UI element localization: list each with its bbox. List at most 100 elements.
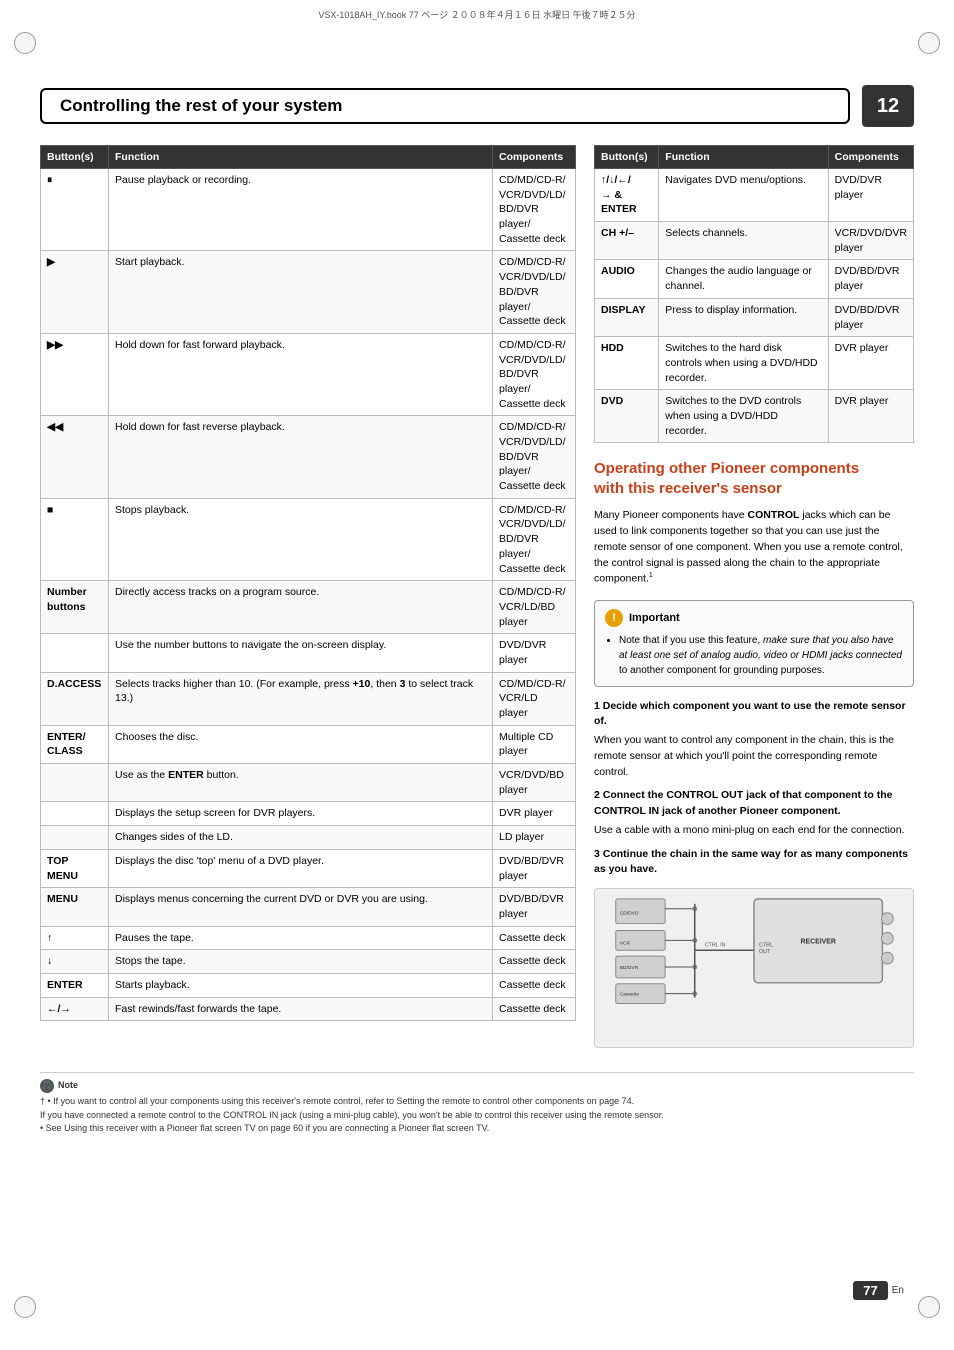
right-row-button: HDD [595, 337, 659, 390]
left-row-button [41, 764, 109, 802]
left-col-function: Function [109, 146, 493, 169]
left-row-button: ◀◀ [41, 416, 109, 498]
main-content: Button(s) Function Components ⏸Pause pla… [40, 145, 914, 1058]
page-number: 77 [853, 1281, 887, 1300]
step-header: 1 Decide which component you want to use… [594, 699, 914, 731]
note-header: 🎵 Note [40, 1079, 914, 1093]
svg-text:CTRL IN: CTRL IN [705, 942, 726, 948]
corner-br [918, 1296, 940, 1318]
page-title: Controlling the rest of your system [40, 88, 850, 124]
svg-text:CTRL: CTRL [759, 942, 773, 948]
steps-section: 1 Decide which component you want to use… [594, 699, 914, 879]
left-row-components: CD/MD/CD-R/ VCR/LD player [493, 672, 576, 725]
left-table-row: Changes sides of the LD.LD player [41, 826, 576, 850]
right-table-row: DISPLAYPress to display information.DVD/… [595, 298, 914, 336]
right-table-row: DVDSwitches to the DVD controls when usi… [595, 390, 914, 443]
left-row-function: Hold down for fast reverse playback. [109, 416, 493, 498]
page-container: VSX-1018AH_IY.book 77 ページ ２００８年４月１６日 水曜日… [0, 0, 954, 1350]
left-row-components: Cassette deck [493, 926, 576, 950]
left-table-row: ◀◀Hold down for fast reverse playback.CD… [41, 416, 576, 498]
svg-text:CD/DVD: CD/DVD [620, 911, 639, 917]
svg-text:BD/DVR: BD/DVR [620, 965, 639, 971]
left-row-function: Pause playback or recording. [109, 169, 493, 251]
right-table-row: AUDIOChanges the audio language or chann… [595, 260, 914, 298]
left-table-row: ■Stops playback.CD/MD/CD-R/ VCR/DVD/LD/ … [41, 498, 576, 580]
left-row-button: ■ [41, 498, 109, 580]
left-row-button [41, 802, 109, 826]
left-row-components: Cassette deck [493, 997, 576, 1021]
left-row-function: Stops the tape. [109, 950, 493, 974]
right-table-row: CH +/–Selects channels.VCR/DVD/DVR playe… [595, 222, 914, 260]
right-row-button: DISPLAY [595, 298, 659, 336]
file-info: VSX-1018AH_IY.book 77 ページ ２００８年４月１６日 水曜日… [0, 0, 954, 25]
right-row-function: Press to display information. [659, 298, 828, 336]
left-table-row: Use the number buttons to navigate the o… [41, 634, 576, 672]
right-row-function: Switches to the DVD controls when using … [659, 390, 828, 443]
warning-icon: ! [605, 609, 623, 627]
left-row-components: CD/MD/CD-R/ VCR/DVD/LD/ BD/DVR player/ C… [493, 169, 576, 251]
right-row-function: Changes the audio language or channel. [659, 260, 828, 298]
left-row-button: ⏸ [41, 169, 109, 251]
left-row-button: D.ACCESS [41, 672, 109, 725]
left-table-row: ENTER/ CLASSChooses the disc.Multiple CD… [41, 725, 576, 763]
left-row-components: DVD/BD/DVR player [493, 849, 576, 887]
left-table-row: ⏸Pause playback or recording.CD/MD/CD-R/… [41, 169, 576, 251]
left-table-row: ←/→Fast rewinds/fast forwards the tape.C… [41, 997, 576, 1021]
left-row-button [41, 826, 109, 850]
operating-title: Operating other Pioneer componentswith t… [594, 459, 914, 498]
important-text-prefix: Note that if you use this feature, [619, 635, 763, 646]
right-col-components: Components [828, 146, 913, 169]
left-row-components: Cassette deck [493, 950, 576, 974]
left-col-button: Button(s) [41, 146, 109, 169]
left-table-container: Button(s) Function Components ⏸Pause pla… [40, 145, 576, 1058]
left-row-function: Selects tracks higher than 10. (For exam… [109, 672, 493, 725]
left-row-button [41, 634, 109, 672]
right-table-row: ↑/↓/←/ → & ENTERNavigates DVD menu/optio… [595, 169, 914, 222]
left-row-components: CD/MD/CD-R/ VCR/LD/BD player [493, 581, 576, 634]
important-box: ! Important Note that if you use this fe… [594, 600, 914, 687]
corner-tl [14, 32, 36, 54]
left-row-button: ▶▶ [41, 333, 109, 415]
left-row-button: MENU [41, 888, 109, 926]
left-table-row: Displays the setup screen for DVR player… [41, 802, 576, 826]
step-header: 3 Continue the chain in the same way for… [594, 847, 914, 879]
left-row-button: Number buttons [41, 581, 109, 634]
left-row-function: Displays the disc 'top' menu of a DVD pl… [109, 849, 493, 887]
note-label: Note [58, 1079, 78, 1093]
left-row-function: Displays menus concerning the current DV… [109, 888, 493, 926]
important-header: ! Important [605, 609, 903, 627]
right-row-components: VCR/DVD/DVR player [828, 222, 913, 260]
note-icon: 🎵 [40, 1079, 54, 1093]
right-row-function: Navigates DVD menu/options. [659, 169, 828, 222]
operating-section: Operating other Pioneer componentswith t… [594, 459, 914, 1048]
left-row-button: ENTER [41, 973, 109, 997]
left-row-function: Stops playback. [109, 498, 493, 580]
left-row-components: CD/MD/CD-R/ VCR/DVD/LD/ BD/DVR player/ C… [493, 333, 576, 415]
left-row-button: ENTER/ CLASS [41, 725, 109, 763]
left-row-function: Hold down for fast forward playback. [109, 333, 493, 415]
left-row-function: Pauses the tape. [109, 926, 493, 950]
left-row-function: Use the number buttons to navigate the o… [109, 634, 493, 672]
left-row-components: CD/MD/CD-R/ VCR/DVD/LD/ BD/DVR player/ C… [493, 251, 576, 333]
left-table-row: ▶Start playback.CD/MD/CD-R/ VCR/DVD/LD/ … [41, 251, 576, 333]
left-row-function: Directly access tracks on a program sour… [109, 581, 493, 634]
step-body: Use a cable with a mono mini-plug on eac… [594, 823, 914, 839]
left-row-button: ↓ [41, 950, 109, 974]
left-table-row: MENUDisplays menus concerning the curren… [41, 888, 576, 926]
left-row-components: DVD/DVR player [493, 634, 576, 672]
left-row-button: ▶ [41, 251, 109, 333]
important-text-suffix: to another component for grounding purpo… [619, 665, 825, 676]
left-table-row: ↑Pauses the tape.Cassette deck [41, 926, 576, 950]
right-row-components: DVR player [828, 337, 913, 390]
note-footnote2: If you have connected a remote control t… [40, 1109, 914, 1123]
left-table-row: D.ACCESSSelects tracks higher than 10. (… [41, 672, 576, 725]
right-row-button: DVD [595, 390, 659, 443]
note-footnote1: † • If you want to control all your comp… [40, 1095, 914, 1109]
left-row-components: Cassette deck [493, 973, 576, 997]
svg-text:Cassette: Cassette [620, 992, 640, 998]
right-row-components: DVD/DVR player [828, 169, 913, 222]
important-body: Note that if you use this feature, make … [605, 633, 903, 678]
operating-body: Many Pioneer components have CONTROL jac… [594, 508, 914, 587]
right-row-components: DVD/BD/DVR player [828, 260, 913, 298]
step: 1 Decide which component you want to use… [594, 699, 914, 781]
